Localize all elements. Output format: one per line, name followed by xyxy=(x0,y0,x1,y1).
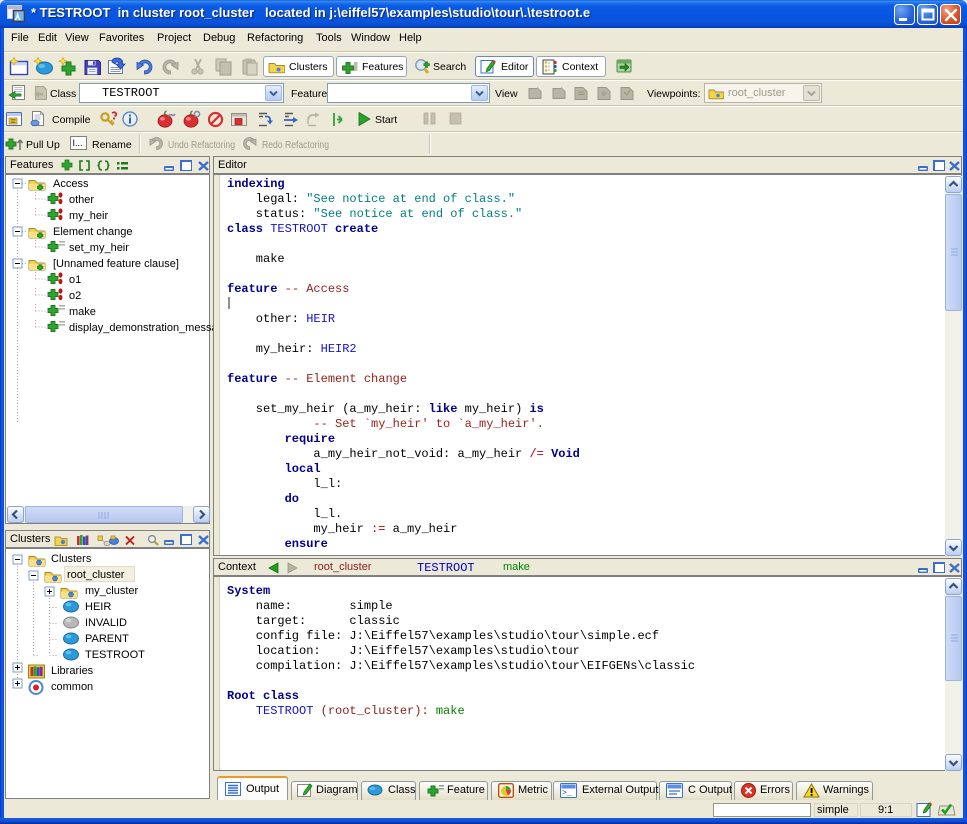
svg-text:>_: >_ xyxy=(562,789,572,798)
svg-text:I...: I... xyxy=(73,138,83,148)
